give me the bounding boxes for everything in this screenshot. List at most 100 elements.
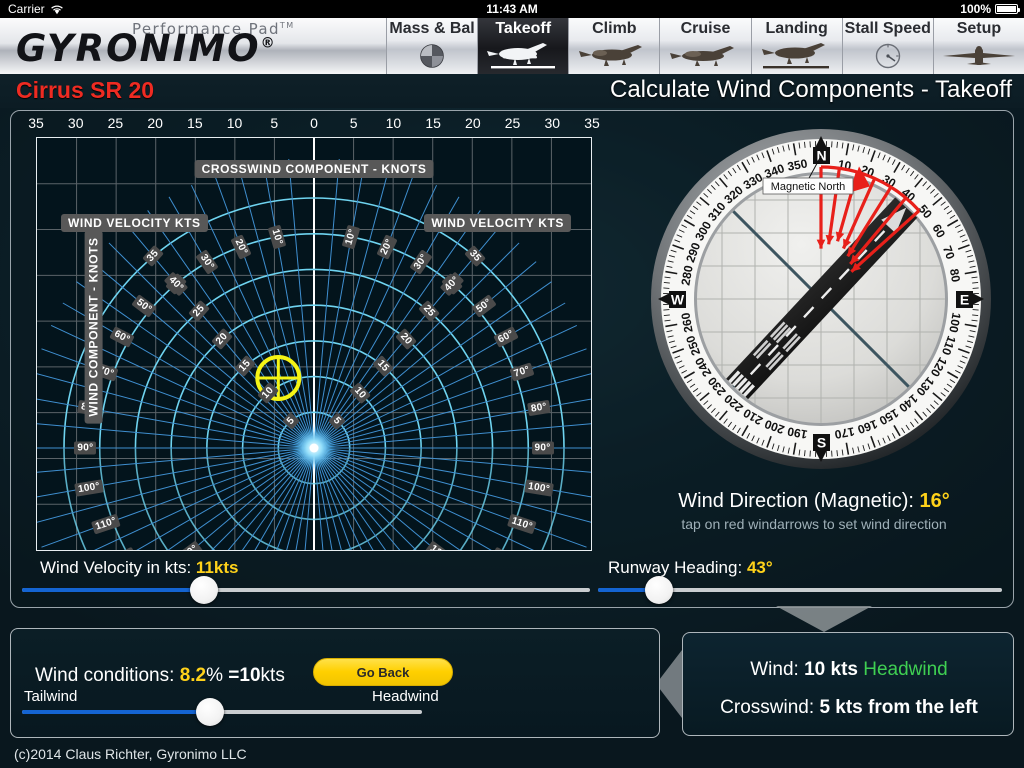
page-title: Calculate Wind Components - Takeoff (610, 76, 1012, 103)
wind-conditions-percent: 8.2 (179, 665, 207, 686)
wind-result-panel: Wind: 10 kts Headwind Crosswind: 5 kts f… (682, 632, 1014, 736)
battery-icon (995, 4, 1020, 14)
slider-knob[interactable] (644, 576, 673, 604)
chart-y-axis-label: WIND COMPONENT - KNOTS (84, 230, 103, 424)
chart-xtick: 20 (465, 115, 481, 131)
wind-direction-readout: Wind Direction (Magnetic): 16° (614, 490, 1014, 513)
status-clock: 11:43 AM (486, 2, 538, 16)
chart-xtick: 35 (28, 115, 44, 131)
go-back-button[interactable]: Go Back (313, 658, 453, 686)
airspeed-gauge-icon (843, 38, 933, 74)
wind-velocity-value: 11kts (195, 558, 239, 577)
tab-label: Climb (592, 20, 637, 37)
chart-xtick: 35 (584, 115, 600, 131)
compass-graphics[interactable]: 10 20304050607080100110120130140150160170… (648, 126, 994, 472)
tab-label: Takeoff (495, 20, 552, 37)
wind-direction-value: 16° (919, 490, 950, 512)
tab-label: Mass & Bal (389, 20, 475, 37)
wind-conditions-label: Wind conditions: (35, 665, 175, 686)
slider-fill (22, 710, 210, 714)
airplane-landing-icon (752, 38, 842, 74)
kts-unit: kts (260, 665, 285, 686)
wind-conditions-panel: Wind conditions: 8.2% =10kts Go Back (10, 628, 660, 738)
battery-percent: 100% (960, 2, 991, 16)
chart-xtick: 20 (147, 115, 163, 131)
slider-knob[interactable] (189, 576, 218, 604)
crosswind-result-label: Crosswind: (720, 697, 815, 718)
equals-sign: = (228, 665, 240, 686)
tab-label: Cruise (680, 20, 731, 37)
chart-graphics (37, 138, 591, 550)
compass-rose[interactable]: 10 20 30 40 50 60 70 80 100 110 120 130 140 150 160 170… (648, 126, 994, 472)
magnetic-north-label: Magnetic North (771, 181, 846, 193)
main-tabbar: Mass & Bal Takeoff Climb Cruise Landing … (386, 18, 1024, 74)
chart-xtick: 5 (349, 115, 358, 131)
flow-arrow-down (776, 606, 872, 632)
crosswind-result-value: 5 kts (819, 697, 863, 718)
tab-label: Landing (765, 20, 828, 37)
aircraft-name: Cirrus SR 20 (16, 77, 155, 103)
ios-status-bar: Carrier 11:43 AM 100% (0, 0, 1024, 18)
tab-takeoff[interactable]: Takeoff (477, 18, 569, 74)
wind-result-type: Headwind (863, 659, 948, 680)
tailwind-label: Tailwind (24, 688, 78, 705)
wind-velocity-slider[interactable] (22, 576, 590, 604)
airplane-cruise-icon (660, 38, 750, 74)
crosswind-result-line: Crosswind: 5 kts from the left (683, 697, 1015, 719)
tab-landing[interactable]: Landing (750, 18, 842, 74)
airplane-climb-icon (569, 38, 659, 74)
wind-velocity-slider-label: Wind Velocity in kts: 11kts (40, 558, 239, 577)
crosswind-result-direction: from the left (868, 697, 978, 718)
brand-logo: Performance PadTM GYRONIMO® (0, 18, 386, 74)
chart-title-crosswind: CROSSWIND COMPONENT - KNOTS (194, 160, 434, 178)
chart-xtick: 30 (544, 115, 561, 131)
wind-direction-label: Wind Direction (Magnetic): (678, 490, 914, 512)
runway-heading-slider-label: Runway Heading: 43° (608, 558, 773, 577)
chart-xtick: 25 (107, 115, 124, 131)
runway-heading-value: 43° (746, 558, 773, 577)
wind-result-label: Wind: (750, 659, 799, 680)
runway-heading-slider[interactable] (598, 576, 1002, 604)
wind-direction-hint: tap on red windarrows to set wind direct… (681, 516, 947, 532)
tab-climb[interactable]: Climb (568, 18, 660, 74)
tab-label: Setup (956, 20, 1002, 37)
svg-text:E: E (960, 292, 969, 308)
chart-xtick: 25 (504, 115, 521, 131)
tab-cruise[interactable]: Cruise (659, 18, 751, 74)
chart-angle-label: 90° (531, 441, 554, 455)
wind-conditions-kts: 10 (239, 665, 261, 686)
chart-right-band-label: WIND VELOCITY KTS (424, 214, 571, 232)
wind-conditions-readout: Wind conditions: 8.2% =10kts (35, 665, 285, 687)
brand-name: GYRONIMO® (16, 27, 277, 70)
tailwind-headwind-slider[interactable] (22, 698, 422, 726)
chart-xtick: 10 (226, 115, 243, 131)
slider-knob[interactable] (196, 698, 224, 726)
chart-x-axis-ticks: 35 30 25 20 15 10 5 0 5 10 15 20 25 30 35 (26, 115, 604, 135)
copyright-footer: (c)2014 Claus Richter, Gyronimo LLC (14, 746, 247, 762)
chart-xtick: 0 (310, 115, 318, 131)
wind-result-value: 10 kts (804, 659, 858, 680)
airplane-takeoff-icon (478, 38, 568, 74)
page-title-bar: Cirrus SR 20 Calculate Wind Components -… (0, 74, 1024, 108)
slider-fill (22, 588, 204, 592)
chart-left-band-label: WIND VELOCITY KTS (61, 214, 208, 232)
app-header: Performance PadTM GYRONIMO® Mass & Bal T… (0, 18, 1024, 74)
chart-xtick: 15 (187, 115, 203, 131)
compass-degree-label: 80 (947, 268, 963, 284)
headwind-label: Headwind (372, 688, 439, 705)
chart-xtick: 10 (385, 115, 402, 131)
wind-result-line: Wind: 10 kts Headwind (683, 659, 1015, 681)
status-right: 100% (960, 0, 1020, 18)
chart-xtick: 15 (425, 115, 441, 131)
wind-component-chart[interactable]: 35 30 25 20 15 10 5 0 5 10 15 20 25 30 35 5 5 10 10 15 15 20… (26, 115, 604, 560)
tab-label: Stall Speed (844, 20, 931, 37)
svg-text:S: S (817, 435, 826, 451)
tab-mass-and-bal[interactable]: Mass & Bal (386, 18, 478, 74)
airplane-top-icon (934, 38, 1024, 74)
chart-angle-label: 90° (74, 441, 97, 455)
svg-text:W: W (671, 292, 685, 308)
tab-stall-speed[interactable]: Stall Speed (841, 18, 933, 74)
tab-setup[interactable]: Setup (932, 18, 1024, 74)
chart-plot-area[interactable]: 5510101515202025253030353510°10°20°20°30… (36, 137, 592, 551)
balance-wheel-icon (387, 38, 477, 74)
